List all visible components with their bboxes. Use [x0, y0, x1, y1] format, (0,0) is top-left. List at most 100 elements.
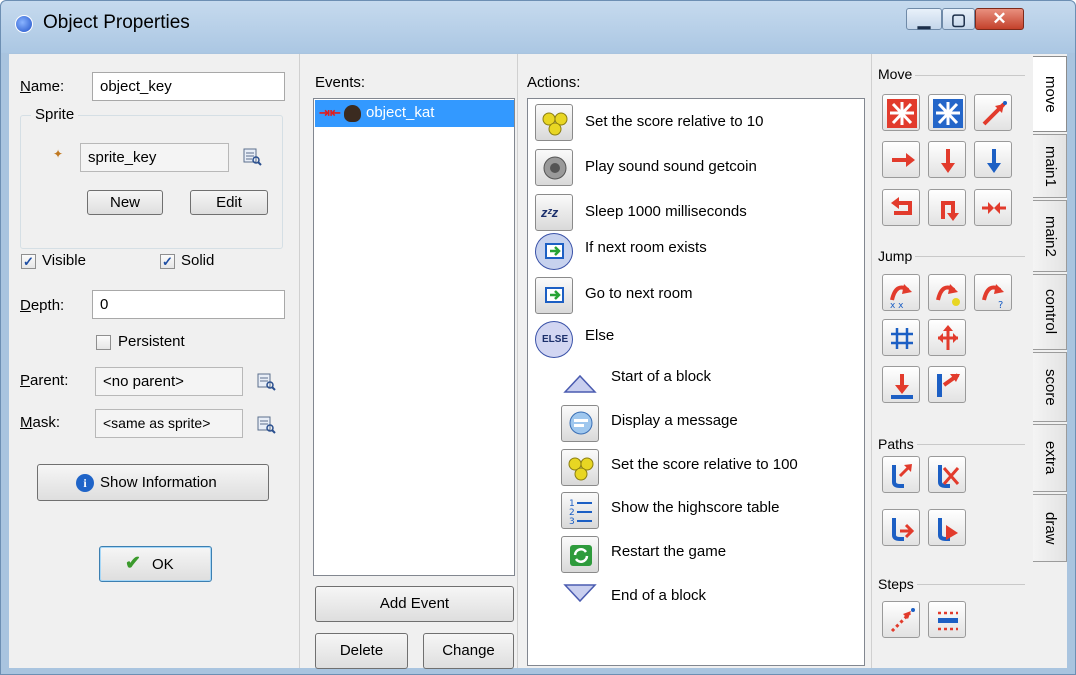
ok-label: OK: [152, 556, 174, 573]
parent-field[interactable]: <no parent>: [95, 367, 243, 396]
path-speed-icon[interactable]: [928, 509, 966, 546]
bounce-icon[interactable]: [928, 366, 966, 403]
divider-middle: [517, 54, 518, 668]
sound-icon: [535, 149, 573, 186]
tab-main2-label: main2: [1042, 215, 1059, 257]
reverse-vertical-icon[interactable]: [928, 189, 966, 226]
tab-main1-label: main1: [1042, 145, 1059, 187]
solid-checkbox[interactable]: ✓: [160, 254, 175, 269]
ok-button[interactable]: ✔ OK: [99, 546, 212, 582]
move-group-label: Move: [875, 66, 916, 82]
move-to-contact-icon[interactable]: [882, 366, 920, 403]
visible-checkbox[interactable]: ✓: [21, 254, 36, 269]
svg-text:3: 3: [569, 517, 575, 527]
events-label: Events:: [315, 74, 366, 91]
svg-text:?: ?: [998, 300, 1003, 309]
tab-move[interactable]: move: [1033, 56, 1067, 132]
event-item[interactable]: ⇥⇤ object_kat: [315, 100, 514, 127]
path-position-icon[interactable]: [882, 509, 920, 546]
change-event-button[interactable]: Change: [423, 633, 514, 669]
title-bar[interactable]: Object Properties ▁ ▢ ✕: [1, 1, 1075, 53]
jump-to-start-icon[interactable]: [928, 274, 966, 311]
move-free-icon[interactable]: [928, 94, 966, 131]
reverse-horizontal-icon[interactable]: [882, 189, 920, 226]
step-towards-icon[interactable]: [882, 601, 920, 638]
persistent-checkbox[interactable]: [96, 335, 111, 350]
if-next-room-icon: [535, 233, 573, 270]
action-item-label[interactable]: Start of a block: [611, 368, 711, 385]
action-item-label[interactable]: Set the score relative to 100: [611, 456, 798, 473]
end-path-icon[interactable]: [928, 456, 966, 493]
tab-main1[interactable]: main1: [1033, 134, 1067, 198]
sleep-icon: zᶻz: [535, 194, 573, 231]
svg-text:x x: x x: [890, 301, 904, 309]
action-item-label[interactable]: End of a block: [611, 587, 706, 604]
solid-label: Solid: [181, 252, 215, 269]
minimize-button[interactable]: ▁: [906, 8, 942, 30]
speed-vertical-icon[interactable]: [928, 141, 966, 178]
action-item-label[interactable]: Restart the game: [611, 543, 726, 560]
depth-input[interactable]: 0: [92, 290, 285, 319]
speed-horizontal-icon[interactable]: [882, 141, 920, 178]
sprite-group-label: Sprite: [31, 106, 79, 123]
mask-browse-icon[interactable]: [256, 414, 276, 434]
set-path-icon[interactable]: [882, 456, 920, 493]
block-start-icon: [561, 362, 599, 399]
wrap-screen-icon[interactable]: [928, 319, 966, 356]
next-room-icon: [535, 277, 573, 314]
mask-field[interactable]: <same as sprite>: [95, 409, 243, 438]
step-avoiding-icon[interactable]: [928, 601, 966, 638]
name-input[interactable]: object_key: [92, 72, 285, 101]
action-item-label[interactable]: Sleep 1000 milliseconds: [585, 203, 747, 220]
action-item-label[interactable]: Go to next room: [585, 285, 693, 302]
dialog-client-area: Name: object_key Sprite ✦ sprite_key New…: [9, 54, 1067, 669]
parent-label: Parent:: [20, 372, 69, 389]
close-button[interactable]: ✕: [975, 8, 1024, 30]
new-sprite-button[interactable]: New: [87, 190, 163, 215]
tab-extra[interactable]: extra: [1033, 424, 1067, 492]
actions-list[interactable]: Set the score relative to 10 Play sound …: [527, 98, 865, 666]
align-to-grid-icon[interactable]: [882, 319, 920, 356]
jump-to-random-icon[interactable]: ?: [974, 274, 1012, 311]
edit-sprite-button[interactable]: Edit: [190, 190, 268, 215]
sprite-browse-icon[interactable]: [242, 146, 262, 166]
jump-to-position-icon[interactable]: x x: [882, 274, 920, 311]
window-title: Object Properties: [43, 12, 190, 33]
tab-main2[interactable]: main2: [1033, 200, 1067, 272]
sprite-field[interactable]: sprite_key: [80, 143, 229, 172]
divider-left: [299, 54, 300, 668]
tab-move-label: move: [1042, 75, 1059, 113]
move-fixed-icon[interactable]: [882, 94, 920, 131]
else-icon: ELSE: [535, 321, 573, 358]
show-information-button[interactable]: i Show Information: [37, 464, 269, 501]
action-item-label[interactable]: If next room exists: [585, 239, 707, 256]
parent-browse-icon[interactable]: [256, 371, 276, 391]
events-list[interactable]: ⇥⇤ object_kat: [313, 98, 515, 576]
object-properties-window: Object Properties ▁ ▢ ✕ Name: object_key…: [0, 0, 1076, 675]
tab-score[interactable]: score: [1033, 352, 1067, 422]
message-icon: [561, 405, 599, 442]
move-towards-icon[interactable]: [974, 94, 1012, 131]
tab-draw[interactable]: draw: [1033, 494, 1067, 562]
tab-control-label: control: [1042, 289, 1059, 335]
action-item-label[interactable]: Set the score relative to 10: [585, 113, 763, 130]
gravity-icon[interactable]: [974, 141, 1012, 178]
friction-icon[interactable]: [974, 189, 1012, 226]
event-item-label: object_kat: [366, 104, 435, 121]
sprite-thumbnail-icon: ✦: [53, 147, 64, 161]
tab-control[interactable]: control: [1033, 274, 1067, 350]
delete-event-button[interactable]: Delete: [315, 633, 408, 669]
maximize-button[interactable]: ▢: [942, 8, 975, 30]
actions-label: Actions:: [527, 74, 581, 91]
name-label: Name:: [20, 78, 65, 95]
mask-label: Mask:: [20, 414, 61, 431]
action-item-label[interactable]: Play sound sound getcoin: [585, 158, 757, 175]
add-event-button[interactable]: Add Event: [315, 586, 514, 622]
visible-label: Visible: [42, 252, 86, 269]
score-icon: [535, 104, 573, 141]
block-end-icon: [561, 575, 599, 612]
action-item-label[interactable]: Display a message: [611, 412, 738, 429]
action-item-label[interactable]: Else: [585, 327, 614, 344]
action-item-label[interactable]: Show the highscore table: [611, 499, 779, 516]
divider-right: [871, 54, 872, 668]
